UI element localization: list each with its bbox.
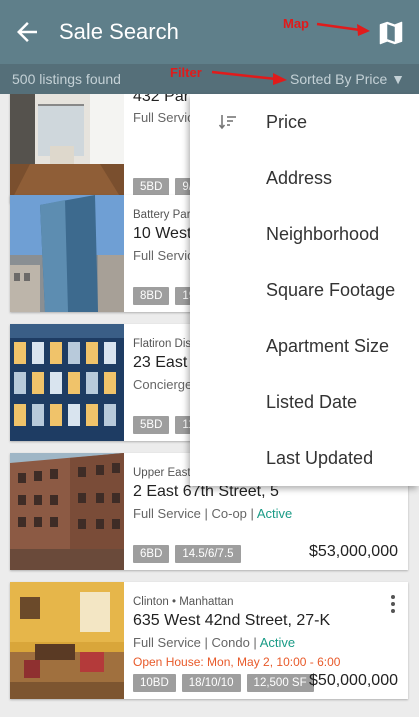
filter-annotation: Filter xyxy=(170,65,202,80)
sort-option-price[interactable]: Price xyxy=(190,94,419,150)
bedrooms-chip: 5BD xyxy=(133,416,170,434)
bedrooms-chip: 10BD xyxy=(133,674,176,692)
rooms-chip: 14.5/6/7.5 xyxy=(175,545,241,563)
listing-meta: Full Service | Condo | Active xyxy=(133,635,295,650)
results-bar: 500 listings found Sorted By Price ▼ xyxy=(0,64,419,94)
bedrooms-chip: 8BD xyxy=(133,287,170,305)
bedrooms-chip: 5BD xyxy=(133,178,170,196)
menu-item-label: Neighborhood xyxy=(266,224,380,244)
sort-icon xyxy=(218,115,236,130)
listing-card[interactable]: Clinton • Manhattan 635 West 42nd Street… xyxy=(10,582,408,699)
listing-photo xyxy=(10,453,124,570)
menu-item-label: Square Footage xyxy=(266,280,396,300)
sort-dropdown[interactable]: Sorted By Price ▼ xyxy=(290,71,405,87)
listing-photo xyxy=(10,582,124,699)
status-label: Active xyxy=(256,506,293,521)
listing-count: 500 listings found xyxy=(12,71,121,87)
sort-option-square-footage[interactable]: Square Footage xyxy=(190,262,419,318)
open-house-label: Open House: Mon, May 2, 10:00 - 6:00 xyxy=(133,655,341,669)
back-button[interactable] xyxy=(12,17,42,47)
listing-photo xyxy=(10,195,124,312)
filter-annotation-arrow xyxy=(211,70,287,85)
menu-item-label: Price xyxy=(266,112,308,132)
map-annotation-arrow xyxy=(316,22,370,36)
rooms-chip: 18/10/10 xyxy=(181,674,241,692)
status-label: Active xyxy=(259,635,296,650)
listing-meta-text: Full Service | Co-op | xyxy=(133,506,257,521)
listing-chips: 6BD 14.5/6/7.5 xyxy=(133,545,241,563)
more-vert-icon xyxy=(391,595,395,613)
page-title: Sale Search xyxy=(59,19,179,44)
listing-meta: Full Service | Co-op | Active xyxy=(133,506,292,521)
listing-photo xyxy=(10,324,124,441)
size-chip: 12,500 SF xyxy=(246,674,314,692)
listing-neighborhood: Battery Par xyxy=(133,209,191,221)
listing-meta: Concierge xyxy=(133,377,193,392)
sort-option-listed-date[interactable]: Listed Date xyxy=(190,374,419,430)
listing-meta-text: Full Service | Condo | xyxy=(133,635,260,650)
map-annotation: Map xyxy=(283,16,309,31)
menu-item-label: Address xyxy=(266,168,333,188)
map-icon xyxy=(379,21,403,45)
sort-option-address[interactable]: Address xyxy=(190,150,419,206)
bedrooms-chip: 6BD xyxy=(133,545,170,563)
more-options-button[interactable] xyxy=(386,594,400,614)
sort-option-apartment-size[interactable]: Apartment Size xyxy=(190,318,419,374)
listing-address: 432 Par xyxy=(133,94,190,105)
menu-item-label: Listed Date xyxy=(266,392,358,412)
listing-chips: 10BD 18/10/10 12,500 SF xyxy=(133,674,314,692)
map-button[interactable] xyxy=(376,18,406,48)
listing-neighborhood: Flatiron Dis xyxy=(133,338,192,350)
menu-item-label: Last Updated xyxy=(266,448,374,468)
listing-neighborhood: Upper East xyxy=(133,467,191,479)
sort-option-last-updated[interactable]: Last Updated xyxy=(190,430,419,486)
back-arrow-icon xyxy=(17,22,37,42)
listing-address: 23 East xyxy=(133,354,188,371)
listing-photo xyxy=(10,94,124,203)
listing-price: $53,000,000 xyxy=(309,543,398,560)
menu-item-label: Apartment Size xyxy=(266,336,390,356)
sort-menu: Price Address Neighborhood Square Footag… xyxy=(190,94,419,486)
listing-address: 10 West xyxy=(133,225,192,242)
listing-address: 635 West 42nd Street, 27-K xyxy=(133,612,331,629)
listing-price: $50,000,000 xyxy=(309,672,398,689)
listing-neighborhood: Clinton • Manhattan xyxy=(133,596,234,608)
sort-option-neighborhood[interactable]: Neighborhood xyxy=(190,206,419,262)
